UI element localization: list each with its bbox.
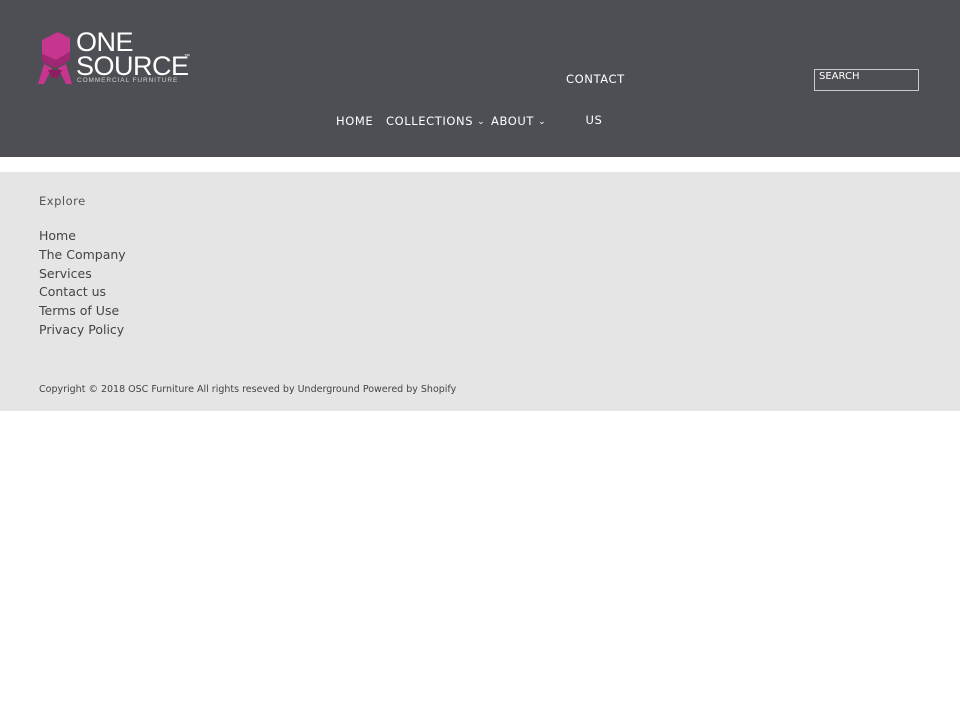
site-footer: Explore Home The Company Services Contac… (0, 172, 960, 411)
nav-collections[interactable]: COLLECTIONS ⌄ (386, 114, 485, 128)
logo-trademark: ™ (184, 54, 190, 60)
chair-logo-icon (38, 32, 72, 84)
footer-link-the-company[interactable]: The Company (39, 246, 126, 265)
search-input[interactable] (814, 69, 919, 91)
site-header: ONE SOURCE ™ COMMERCIAL FURNITURE HOME C… (0, 0, 960, 157)
nav-about-label: ABOUT (491, 114, 535, 128)
footer-link-services[interactable]: Services (39, 265, 126, 284)
nav-contact-us[interactable]: CONTACT US (566, 59, 625, 141)
nav-about[interactable]: ABOUT ⌄ (491, 114, 546, 128)
nav-home[interactable]: HOME (336, 114, 373, 128)
chevron-down-icon: ⌄ (477, 117, 486, 127)
nav-home-label: HOME (336, 114, 374, 128)
footer-link-privacy-policy[interactable]: Privacy Policy (39, 321, 126, 340)
logo-tagline: COMMERCIAL FURNITURE (77, 77, 179, 84)
footer-explore-heading: Explore (39, 194, 86, 208)
site-logo[interactable]: ONE SOURCE ™ COMMERCIAL FURNITURE (38, 28, 198, 88)
footer-copyright: Copyright © 2018 OSC Furniture All right… (39, 384, 457, 395)
chevron-down-icon: ⌄ (538, 117, 547, 127)
footer-link-home[interactable]: Home (39, 227, 126, 246)
footer-links-list: Home The Company Services Contact us Ter… (39, 227, 126, 340)
footer-link-terms-of-use[interactable]: Terms of Use (39, 302, 126, 321)
logo-text-source: SOURCE (76, 51, 189, 81)
nav-contact-label-line1: CONTACT (566, 72, 625, 86)
footer-link-contact-us[interactable]: Contact us (39, 283, 126, 302)
nav-contact-label-line2: US (585, 113, 603, 127)
nav-collections-label: COLLECTIONS (386, 114, 474, 128)
